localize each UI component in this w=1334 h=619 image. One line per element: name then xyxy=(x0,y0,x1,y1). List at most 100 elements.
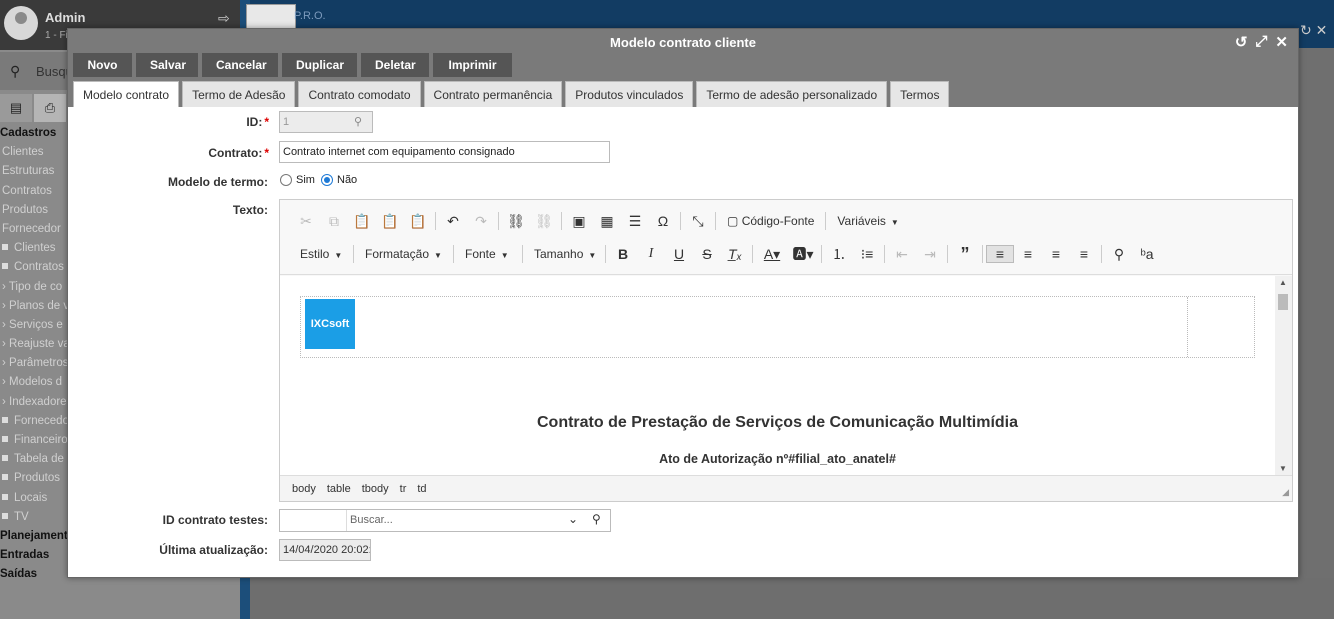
contrato-field[interactable]: Contrato internet com equipamento consig… xyxy=(279,141,610,163)
toolbar-separator xyxy=(884,245,885,263)
path-item[interactable]: tbody xyxy=(362,483,389,495)
scroll-up-icon[interactable]: ▲ xyxy=(1279,278,1287,287)
find-icon[interactable]: ⚲ xyxy=(1105,246,1133,263)
user-name: Admin xyxy=(45,10,86,25)
style-label: Estilo xyxy=(300,247,330,261)
tab-1[interactable]: Termo de Adesão xyxy=(182,81,296,107)
align-right-icon[interactable]: ≡ xyxy=(1042,246,1070,262)
paste-word-icon[interactable]: 📋 xyxy=(404,213,432,230)
maximize-icon[interactable]: ⤡ xyxy=(684,213,712,230)
list-icon[interactable]: ▤ xyxy=(0,94,32,122)
history-icon[interactable]: ↺ xyxy=(1235,33,1248,51)
link-icon[interactable]: ⛓ xyxy=(502,213,530,230)
align-left-icon[interactable]: ≡ xyxy=(986,245,1014,263)
radio-nao[interactable]: Não xyxy=(321,174,357,186)
id-testes-search[interactable]: Buscar... xyxy=(350,514,393,526)
style-dropdown[interactable]: Estilo ▼ xyxy=(292,247,350,261)
toolbar-separator xyxy=(825,212,827,230)
copy-icon[interactable]: ⧉ xyxy=(320,213,348,230)
justify-icon[interactable]: ≡ xyxy=(1070,246,1098,262)
unlink-icon[interactable]: ⛓ xyxy=(530,213,558,230)
path-item[interactable]: td xyxy=(417,483,426,495)
toolbar-separator xyxy=(982,245,983,263)
resize-handle-icon[interactable]: ◢ xyxy=(1282,487,1289,498)
replace-icon[interactable]: ᵇa xyxy=(1133,246,1161,262)
path-item[interactable]: body xyxy=(292,483,316,495)
chevron-down-icon[interactable]: ⌄ xyxy=(568,512,578,526)
window-controls[interactable]: ↻ ✕ xyxy=(1300,22,1327,39)
tab-2[interactable]: Contrato comodato xyxy=(298,81,421,107)
radio-sim-circle[interactable] xyxy=(280,174,292,186)
size-dropdown[interactable]: Tamanho ▼ xyxy=(526,247,602,261)
search-icon[interactable]: ⚲ xyxy=(354,112,362,132)
image-icon[interactable]: ▣ xyxy=(565,213,593,230)
radio-nao-circle[interactable] xyxy=(321,174,333,186)
avatar[interactable] xyxy=(4,6,38,40)
radio-nao-label: Não xyxy=(337,174,358,186)
blockquote-icon[interactable]: ” xyxy=(951,244,979,265)
duplicar-button[interactable]: Duplicar xyxy=(282,53,357,77)
variables-dropdown[interactable]: Variáveis ▼ xyxy=(829,214,906,228)
top-tab-label: P.R.O. xyxy=(294,10,326,22)
path-item[interactable]: table xyxy=(327,483,351,495)
bold-icon[interactable]: B xyxy=(609,246,637,262)
path-item[interactable]: tr xyxy=(400,483,407,495)
horizontal-line-icon[interactable]: ☰ xyxy=(621,213,649,230)
redo-icon[interactable]: ↷ xyxy=(467,213,495,230)
close-icon[interactable]: ✕ xyxy=(1275,33,1288,51)
id-testes-id-field[interactable] xyxy=(280,510,347,531)
strike-icon[interactable]: S xyxy=(693,246,721,262)
format-dropdown[interactable]: Formatação ▼ xyxy=(357,247,450,261)
cancelar-button[interactable]: Cancelar xyxy=(202,53,278,77)
bullet-list-icon[interactable]: ⁝≡ xyxy=(853,246,881,263)
print-icon[interactable]: ⎙ xyxy=(34,94,66,122)
align-center-icon[interactable]: ≡ xyxy=(1014,246,1042,262)
modal-window: Modelo contrato cliente ↺ ⤢ ✕ Novo Salva… xyxy=(67,28,1299,578)
text-color-icon[interactable]: A▾ xyxy=(756,246,788,263)
expand-icon[interactable]: ⤢ xyxy=(1255,33,1267,51)
ultima-field: 14/04/2020 20:02:1 xyxy=(279,539,371,561)
bg-color-icon[interactable]: 🅰▾ xyxy=(788,244,818,264)
editor-scrollbar[interactable]: ▲ ▼ xyxy=(1275,276,1292,475)
logout-icon[interactable]: ⇨ xyxy=(218,10,230,27)
toolbar-separator xyxy=(561,212,562,230)
scroll-thumb[interactable] xyxy=(1278,294,1288,310)
underline-icon[interactable]: U xyxy=(665,246,693,262)
id-label-text: ID: xyxy=(246,115,263,129)
salvar-button[interactable]: Salvar xyxy=(136,53,198,77)
table-icon[interactable]: ▦ xyxy=(593,213,621,230)
id-field[interactable]: 1 ⚲ xyxy=(279,111,373,133)
editor-content[interactable]: IXCsoft Contrato de Prestação de Serviço… xyxy=(280,276,1275,475)
numbered-list-icon[interactable]: ⒈ xyxy=(825,244,853,264)
deletar-button[interactable]: Deletar xyxy=(361,53,429,77)
editor-toolbar-row1: ✂ ⧉ 📋 📋 📋 ↶ ↷ ⛓ ⛓ ▣ ▦ ☰ Ω ⤡ ▢ Código-Fon xyxy=(292,210,907,232)
cut-icon[interactable]: ✂ xyxy=(292,213,320,230)
italic-icon[interactable]: I xyxy=(637,246,665,262)
outdent-icon[interactable]: ⇤ xyxy=(888,246,916,263)
source-code-icon: ▢ xyxy=(727,214,739,228)
tab-0[interactable]: Modelo contrato xyxy=(73,81,180,107)
tab-6[interactable]: Termos xyxy=(890,81,950,107)
id-testes-select[interactable]: Buscar... ⌄ ⚲ xyxy=(279,509,611,532)
search-icon[interactable]: ⚲ xyxy=(592,512,601,526)
radio-sim[interactable]: Sim xyxy=(280,174,315,186)
imprimir-button[interactable]: Imprimir ▾ xyxy=(433,53,512,96)
tab-5[interactable]: Termo de adesão personalizado xyxy=(696,81,888,107)
paste-text-icon[interactable]: 📋 xyxy=(376,213,404,230)
rich-text-editor: ✂ ⧉ 📋 📋 📋 ↶ ↷ ⛓ ⛓ ▣ ▦ ☰ Ω ⤡ ▢ Código-Fon xyxy=(279,199,1293,502)
remove-format-icon[interactable]: T̲ₓ xyxy=(721,246,749,262)
scroll-down-icon[interactable]: ▼ xyxy=(1279,464,1287,473)
toolbar-separator xyxy=(498,212,499,230)
modelo-termo-label: Modelo de termo: xyxy=(167,175,268,189)
tab-4[interactable]: Produtos vinculados xyxy=(565,81,694,107)
special-char-icon[interactable]: Ω xyxy=(649,213,677,229)
font-dropdown[interactable]: Fonte ▼ xyxy=(457,247,519,261)
novo-button[interactable]: Novo xyxy=(73,53,132,77)
source-code-button[interactable]: ▢ Código-Fonte xyxy=(719,214,822,228)
paste-icon[interactable]: 📋 xyxy=(348,213,376,230)
chevron-down-icon: ▼ xyxy=(334,251,343,260)
undo-icon[interactable]: ↶ xyxy=(439,213,467,230)
required-mark: * xyxy=(264,146,269,160)
tab-3[interactable]: Contrato permanência xyxy=(423,81,563,107)
indent-icon[interactable]: ⇥ xyxy=(916,246,944,263)
